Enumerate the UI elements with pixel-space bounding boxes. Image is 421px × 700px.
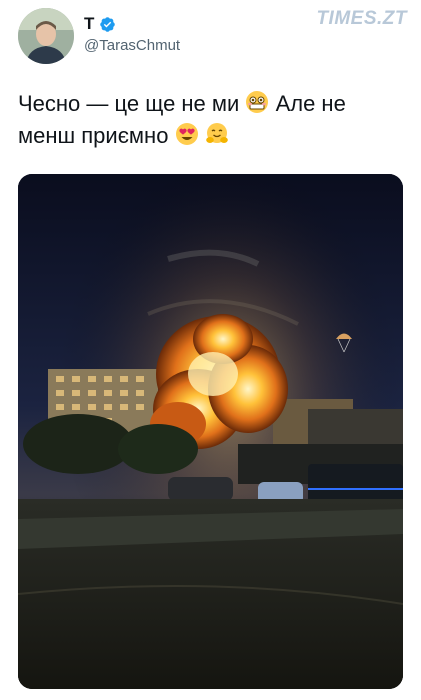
explosion-photo <box>18 174 403 689</box>
flushed-face-emoji-icon <box>246 91 269 113</box>
heart-eyes-emoji-icon <box>175 123 198 145</box>
hugging-face-emoji-icon <box>205 123 228 143</box>
verified-badge-icon <box>100 16 116 32</box>
author-name-row: T <box>84 14 116 34</box>
watermark-logo: TIMES.ZT <box>316 8 407 29</box>
avatar[interactable] <box>18 8 74 64</box>
tweet-text: Чесно — це ще не ми Але не менш приємно <box>18 88 408 152</box>
avatar-image <box>18 8 74 64</box>
author-handle[interactable]: @TarasChmut <box>84 37 180 54</box>
tweet-text-part1: Чесно — це ще не ми <box>18 91 240 116</box>
author-name[interactable]: T <box>84 14 94 34</box>
tweet-photo[interactable] <box>18 174 403 689</box>
